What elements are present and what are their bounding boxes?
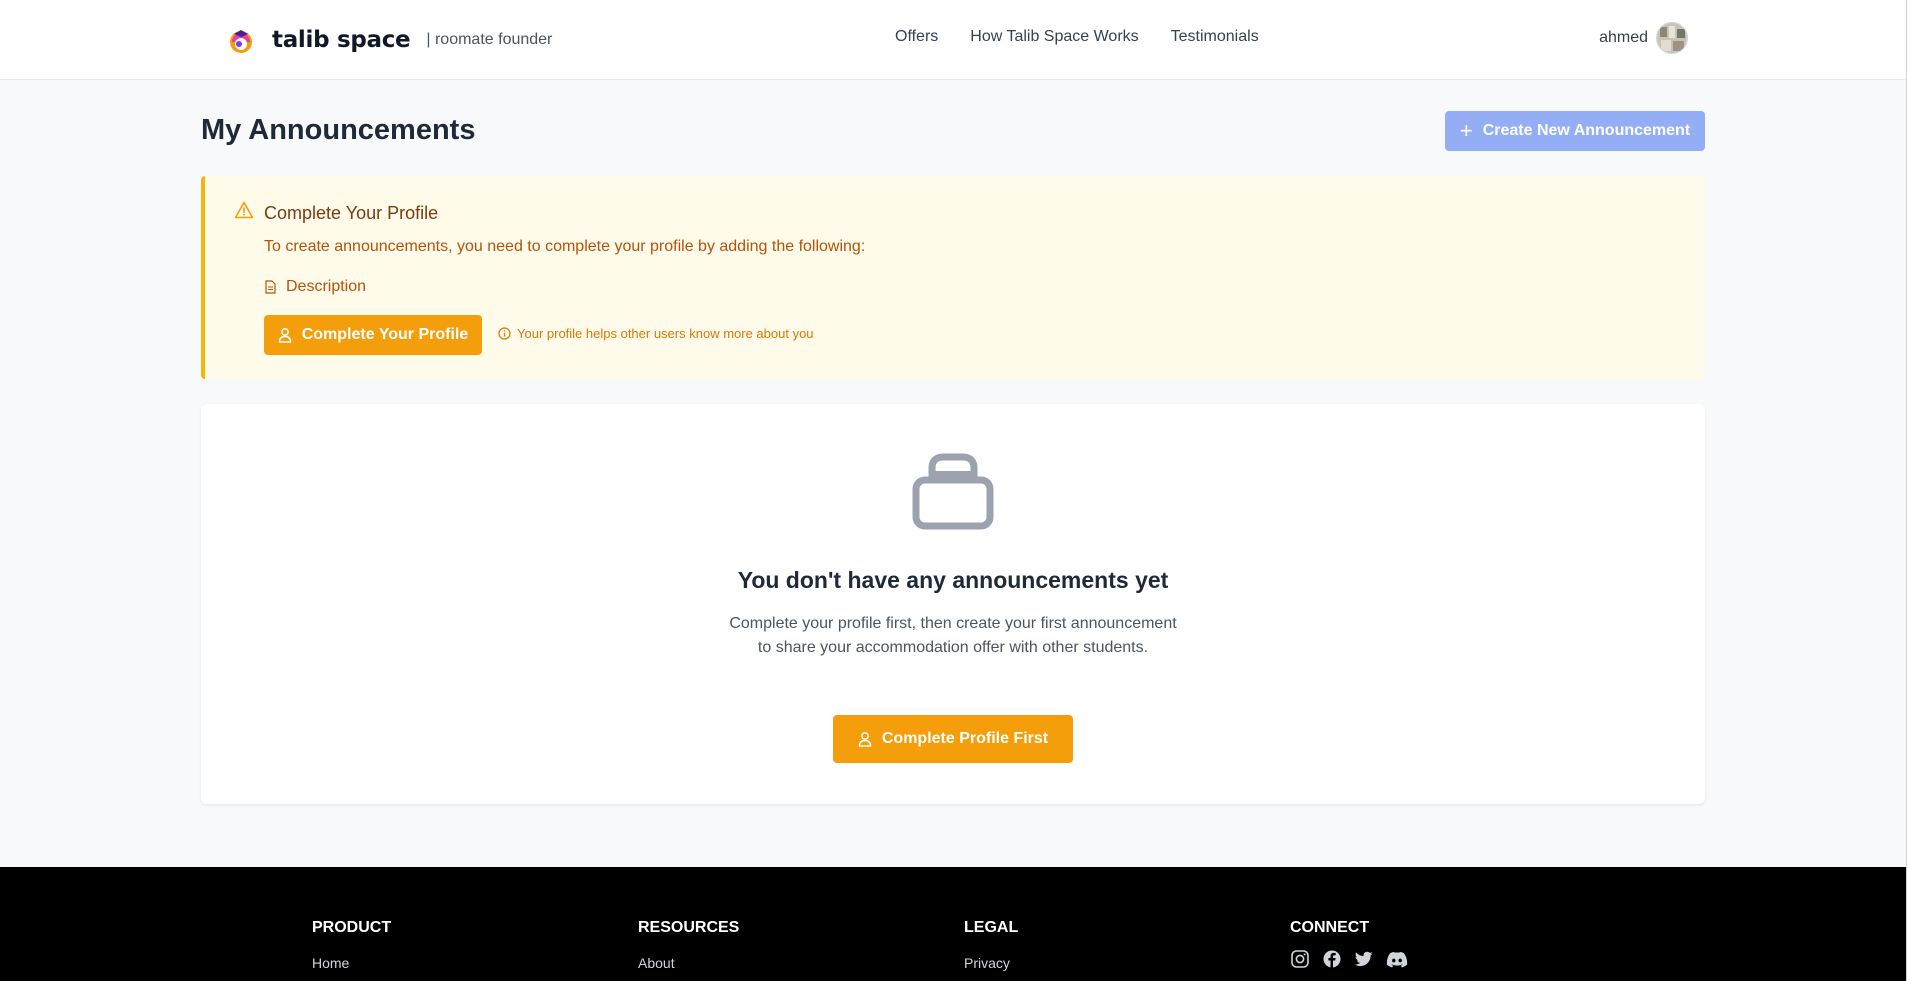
logo-icon (230, 30, 252, 53)
complete-profile-button[interactable]: Complete Your Profile (264, 315, 482, 355)
avatar[interactable] (1656, 22, 1688, 54)
footer-col-legal: LEGAL Privacy (964, 919, 1018, 971)
page-title: My Announcements (201, 114, 476, 146)
document-icon (265, 280, 276, 294)
avatar-image (1657, 23, 1687, 53)
requirement-label: Description (286, 278, 367, 295)
profile-hint: Your profile helps other users know more… (498, 326, 814, 341)
user-name: ahmed (1599, 29, 1648, 46)
create-announcement-button[interactable]: + Create New Announcement (1445, 111, 1705, 151)
footer-col-resources: RESOURCES About (638, 919, 739, 971)
brand-name: talib space (272, 27, 411, 53)
alert-text: To create announcements, you need to com… (264, 238, 866, 255)
create-announcement-label: Create New Announcement (1482, 122, 1691, 139)
twitter-icon[interactable] (1354, 949, 1374, 969)
facebook-icon[interactable] (1322, 949, 1342, 969)
brand-tagline: | roomate founder (426, 31, 553, 48)
nav-testimonials[interactable]: Testimonials (1171, 28, 1259, 46)
footer-link-privacy[interactable]: Privacy (964, 955, 1018, 971)
footer-heading: LEGAL (964, 919, 1019, 936)
briefcase-icon (912, 453, 994, 530)
user-menu[interactable]: ahmed (1599, 22, 1688, 54)
complete-profile-first-button[interactable]: Complete Profile First (833, 715, 1073, 763)
social-links (1290, 949, 1408, 969)
complete-profile-first-label: Complete Profile First (881, 730, 1049, 747)
alert-title: Complete Your Profile (264, 203, 439, 223)
nav-how-it-works[interactable]: How Talib Space Works (970, 28, 1138, 46)
complete-profile-label: Complete Your Profile (301, 326, 469, 343)
footer-heading: PRODUCT (312, 919, 392, 936)
footer-link-home[interactable]: Home (312, 955, 391, 971)
top-header: talib space | roomate founder Offers How… (0, 0, 1906, 80)
instagram-icon[interactable] (1290, 949, 1310, 969)
discord-icon[interactable] (1386, 949, 1408, 969)
footer-heading: CONNECT (1290, 919, 1370, 936)
info-icon (498, 327, 511, 340)
plus-icon: + (1459, 118, 1473, 143)
logo-link[interactable]: talib space | roomate founder (226, 24, 552, 56)
main-nav: Offers How Talib Space Works Testimonial… (895, 28, 1259, 46)
user-icon (858, 732, 872, 747)
site-footer: PRODUCT Home RESOURCES About LEGAL Priva… (0, 867, 1906, 981)
footer-link-about[interactable]: About (638, 955, 739, 971)
requirement-item: Description (264, 278, 366, 296)
complete-profile-alert: Complete Your Profile To create announce… (201, 176, 1705, 379)
user-icon (278, 328, 291, 343)
footer-col-product: PRODUCT Home (312, 919, 391, 971)
empty-state-text: Complete your profile first, then create… (729, 615, 1177, 656)
empty-state-card: You don't have any announcements yet Com… (201, 404, 1705, 804)
warning-icon (234, 201, 254, 219)
footer-heading: RESOURCES (638, 919, 740, 936)
empty-state-title: You don't have any announcements yet (737, 567, 1169, 593)
footer-col-connect: CONNECT (1290, 919, 1408, 969)
profile-hint-text: Your profile helps other users know more… (517, 326, 814, 341)
nav-offers[interactable]: Offers (895, 28, 938, 46)
